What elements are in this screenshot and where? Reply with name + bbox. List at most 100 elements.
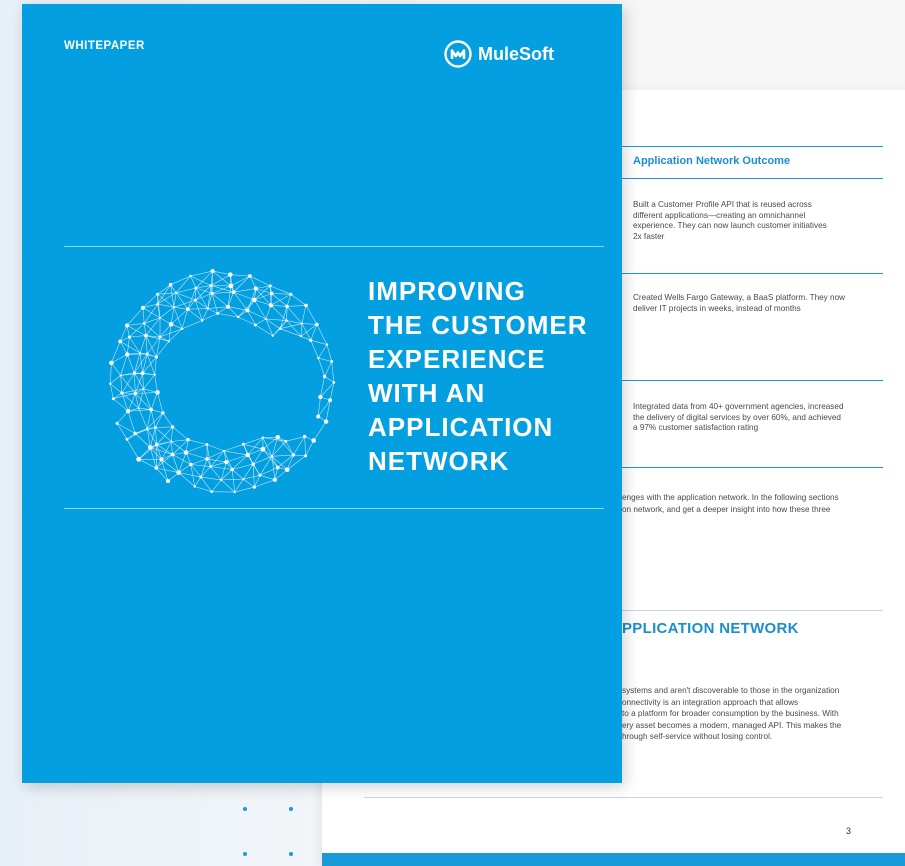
globe-edge bbox=[243, 478, 255, 488]
globe-edge bbox=[157, 284, 171, 295]
globe-node bbox=[284, 467, 290, 472]
globe-edge bbox=[207, 293, 213, 309]
globe-node bbox=[317, 356, 320, 360]
globe-node bbox=[153, 373, 156, 376]
globe-node bbox=[300, 322, 303, 325]
globe-edge bbox=[211, 479, 222, 492]
globe-edge bbox=[210, 450, 225, 467]
globe-node bbox=[260, 446, 266, 452]
globe-edge bbox=[305, 440, 314, 457]
globe-edge bbox=[320, 382, 335, 398]
globe-node bbox=[251, 462, 255, 466]
globe-node bbox=[158, 335, 162, 339]
globe-node bbox=[201, 319, 204, 322]
globe-node bbox=[325, 343, 329, 346]
globe-node bbox=[261, 436, 265, 439]
globe-edge bbox=[171, 441, 173, 455]
title-line-6: NETWORK bbox=[368, 446, 510, 476]
globe-node bbox=[137, 407, 140, 410]
paragraph-2-line-1: systems and aren't discoverable to those… bbox=[622, 686, 840, 695]
globe-edge bbox=[271, 293, 291, 295]
globe-node bbox=[167, 340, 170, 343]
globe-node bbox=[144, 333, 148, 338]
globe-edge bbox=[156, 444, 173, 455]
globe-edge bbox=[318, 358, 325, 377]
globe-edge bbox=[207, 308, 218, 314]
globe-edge bbox=[172, 426, 189, 440]
globe-edge bbox=[220, 479, 235, 493]
outcome-3-line-2: the delivery of digital services by over… bbox=[633, 412, 841, 422]
globe-node bbox=[216, 311, 220, 315]
globe-edge bbox=[237, 299, 255, 318]
globe-node bbox=[233, 491, 236, 494]
globe-node bbox=[139, 352, 141, 354]
globe-node bbox=[285, 304, 289, 309]
globe-node bbox=[172, 306, 175, 309]
globe-edge bbox=[190, 458, 208, 465]
globe-node bbox=[223, 449, 226, 452]
globe-node bbox=[230, 467, 234, 472]
globe-node bbox=[245, 308, 250, 313]
globe-edge bbox=[255, 324, 273, 336]
mulesoft-logo-icon bbox=[444, 40, 472, 68]
globe-edge bbox=[301, 323, 317, 325]
outcome-1-line-1: Built a Customer Profile API that is reu… bbox=[633, 200, 812, 209]
globe-node bbox=[193, 298, 197, 302]
globe-edge bbox=[259, 475, 275, 481]
globe-node bbox=[323, 419, 329, 424]
globe-edge bbox=[126, 323, 145, 326]
globe-edge bbox=[170, 307, 175, 325]
globe-edge bbox=[310, 340, 319, 359]
globe-edge bbox=[135, 392, 158, 394]
title-line-2: THE CUSTOMER bbox=[368, 310, 588, 340]
globe-edge bbox=[210, 466, 233, 470]
globe-node bbox=[199, 475, 203, 479]
globe-edge bbox=[301, 323, 311, 341]
globe-node bbox=[271, 334, 274, 337]
globe-edge bbox=[110, 362, 112, 384]
globe-node bbox=[140, 371, 145, 376]
globe-edge bbox=[223, 450, 233, 470]
paragraph-2-line-5: hrough self-service without losing contr… bbox=[622, 732, 773, 741]
globe-node bbox=[194, 286, 198, 290]
globe-edge bbox=[285, 441, 294, 456]
globe-edge bbox=[254, 293, 272, 301]
globe-node bbox=[248, 274, 252, 278]
globe-node bbox=[189, 462, 193, 467]
cover-label: WHITEPAPER bbox=[64, 40, 145, 52]
globe-edge bbox=[171, 426, 173, 442]
globe-node bbox=[241, 442, 245, 446]
globe-node bbox=[133, 391, 137, 396]
globe-edge bbox=[318, 357, 332, 362]
globe-edge bbox=[142, 307, 145, 324]
globe-node bbox=[278, 327, 282, 330]
globe-node bbox=[245, 452, 250, 458]
globe-edge bbox=[171, 441, 187, 453]
globe-edge bbox=[154, 356, 157, 375]
globe-edge bbox=[178, 452, 187, 473]
globe-node bbox=[270, 455, 274, 458]
globe-edge bbox=[262, 437, 273, 457]
globe-node bbox=[322, 374, 327, 379]
outcome-2-line-2: deliver IT projects in weeks, instead of… bbox=[633, 303, 801, 313]
globe-edge bbox=[157, 292, 177, 295]
globe-edge bbox=[143, 388, 152, 410]
outcome-2-line-1: Created Wells Fargo Gateway, a BaaS plat… bbox=[633, 293, 846, 302]
globe-edge bbox=[173, 292, 177, 308]
globe-node bbox=[180, 327, 184, 330]
globe-edge bbox=[111, 341, 121, 364]
globe-node bbox=[125, 409, 131, 414]
globe-edge bbox=[116, 410, 129, 424]
globe-node bbox=[258, 473, 262, 477]
globe-edge bbox=[126, 439, 139, 460]
globe-edge bbox=[301, 305, 307, 324]
globe-node bbox=[176, 470, 181, 475]
globe-edge bbox=[194, 476, 202, 487]
globe-node bbox=[118, 339, 123, 344]
globe-edge bbox=[272, 328, 281, 336]
globe-edge bbox=[195, 299, 208, 309]
globe-edge bbox=[211, 293, 218, 314]
globe-node bbox=[224, 460, 229, 465]
globe-node bbox=[154, 355, 158, 359]
globe-node bbox=[168, 321, 174, 327]
